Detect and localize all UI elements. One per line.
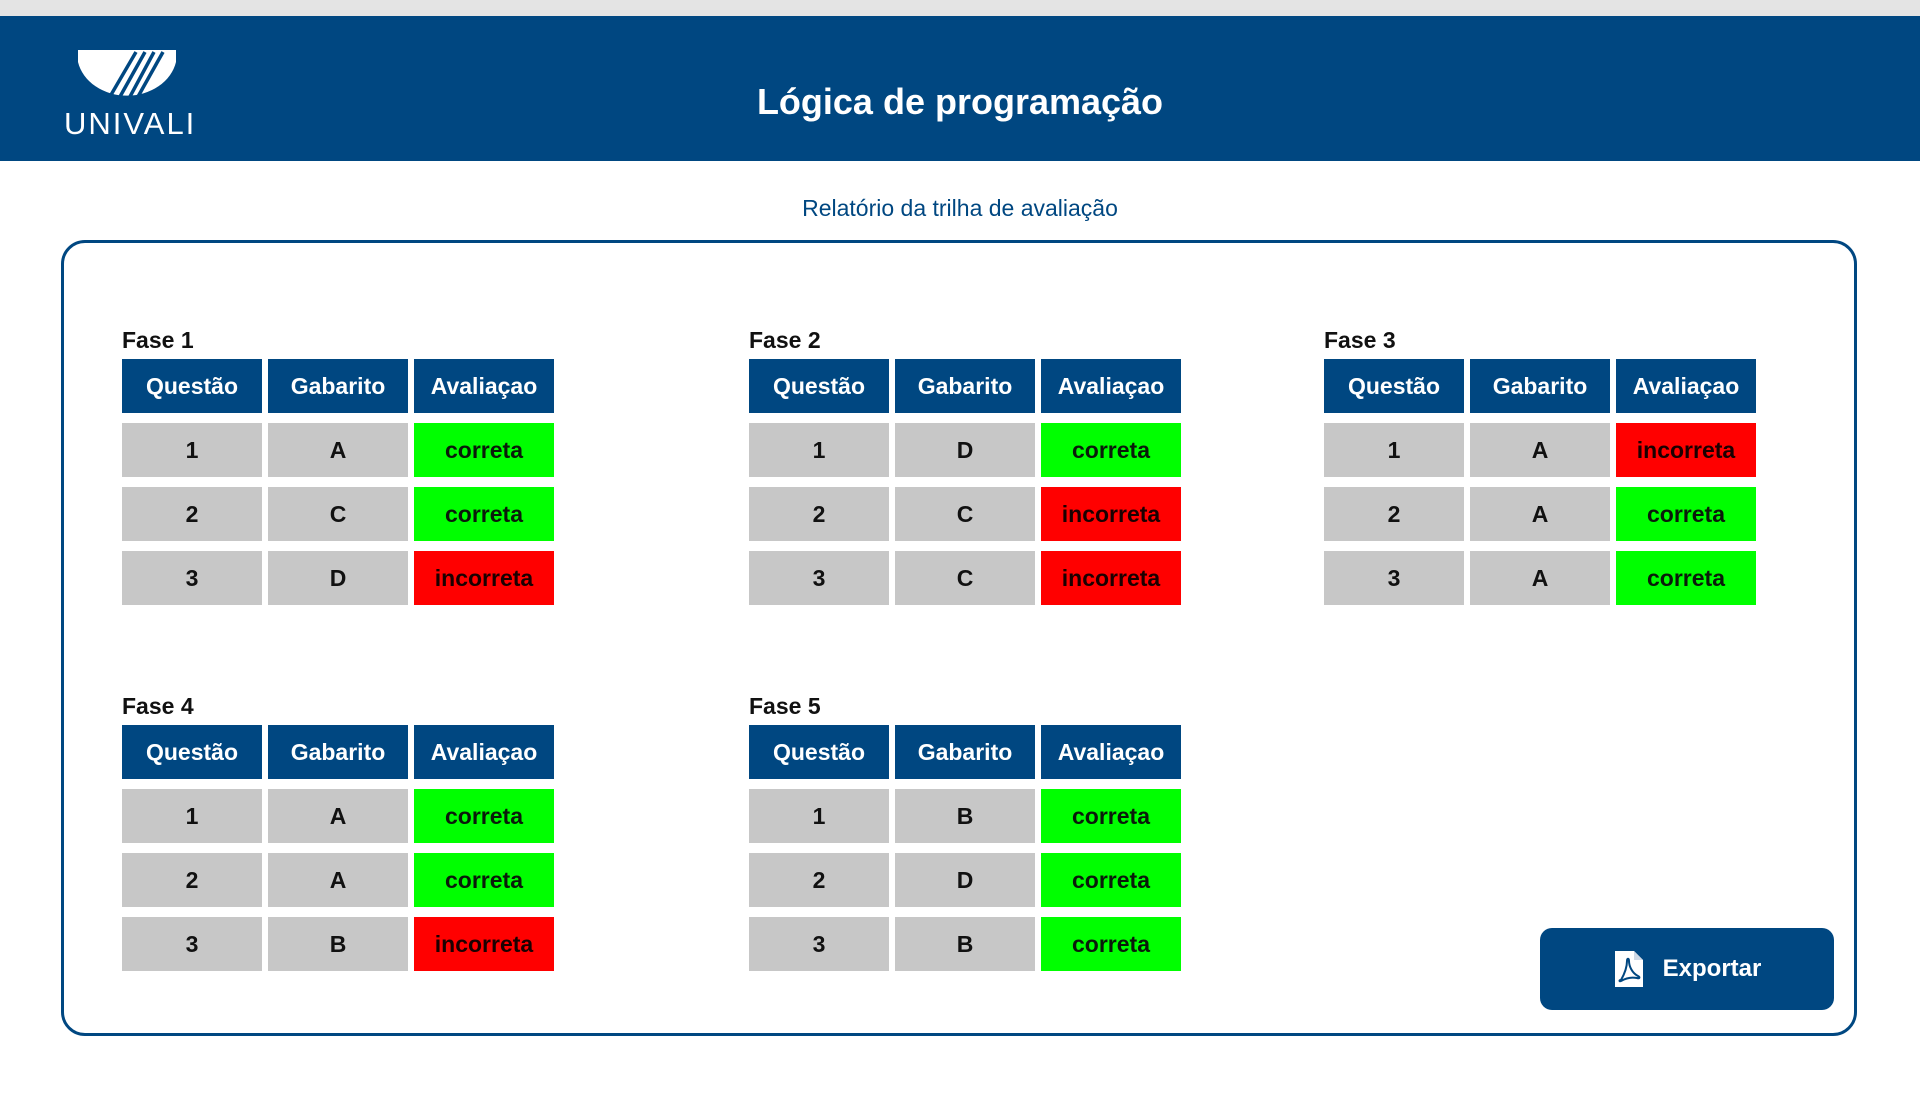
answer-key-cell: D	[895, 423, 1035, 477]
question-cell: 1	[749, 423, 889, 477]
answer-key-cell: B	[268, 917, 408, 971]
evaluation-cell: incorreta	[1041, 551, 1181, 605]
answer-key-header: Gabarito	[268, 359, 408, 413]
answer-key-cell: A	[1470, 423, 1610, 477]
phase-grid: Questão Gabarito Avaliaçao 1 Bcorreta 2 Dcorre…	[749, 725, 1181, 971]
answer-key-cell: A	[1470, 551, 1610, 605]
answer-key-cell: D	[268, 551, 408, 605]
evaluation-cell: correta	[414, 423, 554, 477]
evaluation-header: Avaliaçao	[1041, 359, 1181, 413]
answer-key-cell: C	[895, 487, 1035, 541]
question-header: Questão	[122, 359, 262, 413]
evaluation-cell: incorreta	[414, 917, 554, 971]
answer-key-header: Gabarito	[895, 359, 1035, 413]
answer-key-cell: B	[895, 917, 1035, 971]
answer-key-header: Gabarito	[268, 725, 408, 779]
question-cell: 3	[1324, 551, 1464, 605]
question-header: Questão	[1324, 359, 1464, 413]
evaluation-cell: correta	[1041, 917, 1181, 971]
answer-key-header: Gabarito	[1470, 359, 1610, 413]
evaluation-cell: incorreta	[414, 551, 554, 605]
phase-title: Fase 3	[1324, 327, 1396, 353]
evaluation-cell: correta	[1041, 853, 1181, 907]
phase-title: Fase 2	[749, 327, 821, 353]
question-cell: 2	[749, 487, 889, 541]
question-header: Questão	[749, 359, 889, 413]
phase-title: Fase 1	[122, 327, 194, 353]
answer-key-cell: C	[268, 487, 408, 541]
phase-title: Fase 5	[749, 693, 821, 719]
phase-2-table: Fase 2 Questão Gabarito Avaliaçao 1 Dcorreta 2…	[749, 326, 1181, 605]
question-header: Questão	[122, 725, 262, 779]
evaluation-cell: incorreta	[1041, 487, 1181, 541]
pdf-file-icon	[1614, 951, 1643, 987]
answer-key-cell: A	[268, 423, 408, 477]
phase-title: Fase 4	[122, 693, 194, 719]
report-subtitle: Relatório da trilha de avaliação	[802, 195, 1118, 221]
phase-grid: Questão Gabarito Avaliaçao 1 Acorreta 2 Ccorre…	[122, 359, 554, 605]
evaluation-header: Avaliaçao	[1041, 725, 1181, 779]
evaluation-header: Avaliaçao	[1616, 359, 1756, 413]
answer-key-header: Gabarito	[895, 725, 1035, 779]
phase-grid: Questão Gabarito Avaliaçao 1 Acorreta 2 Acorre…	[122, 725, 554, 971]
question-cell: 1	[749, 789, 889, 843]
top-strip	[0, 0, 1920, 16]
answer-key-cell: B	[895, 789, 1035, 843]
question-header: Questão	[749, 725, 889, 779]
phase-4-table: Fase 4 Questão Gabarito Avaliaçao 1 Acorreta 2…	[122, 692, 554, 971]
answer-key-cell: A	[268, 853, 408, 907]
evaluation-cell: incorreta	[1616, 423, 1756, 477]
question-cell: 2	[122, 853, 262, 907]
question-cell: 3	[749, 917, 889, 971]
evaluation-cell: correta	[1616, 551, 1756, 605]
question-cell: 1	[122, 789, 262, 843]
question-cell: 2	[749, 853, 889, 907]
phase-1-table: Fase 1 Questão Gabarito Avaliaçao 1 Acorreta 2…	[122, 326, 554, 605]
evaluation-header: Avaliaçao	[414, 359, 554, 413]
answer-key-cell: C	[895, 551, 1035, 605]
phase-3-table: Fase 3 Questão Gabarito Avaliaçao 1 Aincorret…	[1324, 326, 1756, 605]
evaluation-cell: correta	[1041, 423, 1181, 477]
export-button[interactable]: Exportar	[1540, 928, 1834, 1010]
question-cell: 2	[1324, 487, 1464, 541]
phase-5-table: Fase 5 Questão Gabarito Avaliaçao 1 Bcorreta 2…	[749, 692, 1181, 971]
question-cell: 3	[122, 917, 262, 971]
question-cell: 3	[749, 551, 889, 605]
phase-grid: Questão Gabarito Avaliaçao 1 Aincorreta 2 Acor…	[1324, 359, 1756, 605]
evaluation-cell: correta	[414, 487, 554, 541]
answer-key-cell: D	[895, 853, 1035, 907]
export-button-label: Exportar	[1662, 955, 1762, 982]
answer-key-cell: A	[268, 789, 408, 843]
answer-key-cell: A	[1470, 487, 1610, 541]
question-cell: 2	[122, 487, 262, 541]
evaluation-cell: correta	[414, 789, 554, 843]
app-header: UNIVALI Lógica de programação	[0, 16, 1920, 161]
evaluation-header: Avaliaçao	[414, 725, 554, 779]
page-title: Lógica de programação	[756, 81, 1164, 122]
evaluation-cell: correta	[1616, 487, 1756, 541]
question-cell: 1	[1324, 423, 1464, 477]
question-cell: 3	[122, 551, 262, 605]
phase-grid: Questão Gabarito Avaliaçao 1 Dcorreta 2 Cincor…	[749, 359, 1181, 605]
question-cell: 1	[122, 423, 262, 477]
evaluation-cell: correta	[414, 853, 554, 907]
evaluation-cell: correta	[1041, 789, 1181, 843]
